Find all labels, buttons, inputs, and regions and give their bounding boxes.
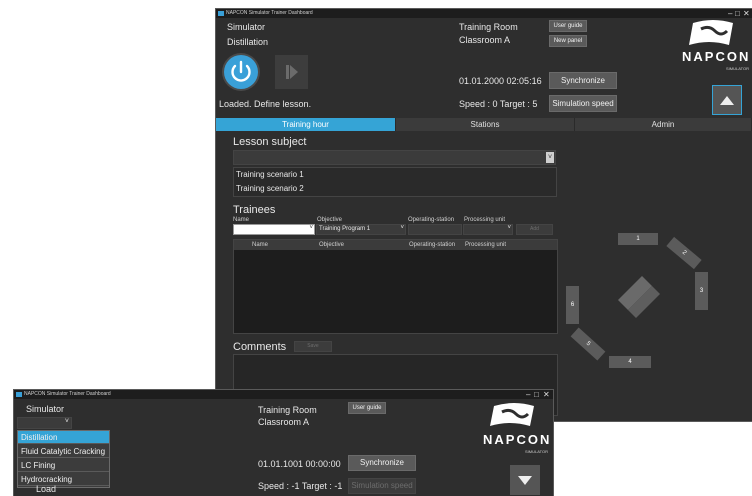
status-text: Loaded. Define lesson. bbox=[219, 99, 312, 109]
minimize-button[interactable]: – bbox=[526, 390, 530, 399]
scenario-list: Training scenario 1 Training scenario 2 bbox=[233, 167, 557, 197]
simulation-speed-button[interactable]: Simulation speed bbox=[549, 95, 617, 112]
dropdown-option-distillation[interactable]: Distillation bbox=[18, 431, 109, 444]
window-title: NAPCON Simulator Trainer Dashboard bbox=[24, 391, 111, 397]
objective-value: Training Program 1 bbox=[319, 226, 371, 232]
main-titlebar: NAPCON Simulator Trainer Dashboard bbox=[216, 9, 752, 18]
processing-unit-select[interactable]: ˅ bbox=[463, 224, 513, 235]
maximize-button[interactable]: □ bbox=[534, 390, 539, 399]
chevron-down-icon: ˅ bbox=[309, 225, 313, 231]
simulator-select[interactable]: ˅ bbox=[17, 417, 72, 429]
list-item[interactable]: Training scenario 1 bbox=[236, 170, 304, 179]
datetime-display: 01.01.1001 00:00:00 bbox=[258, 459, 341, 469]
station-4[interactable]: 4 bbox=[609, 356, 651, 368]
simulator-value: Distillation bbox=[227, 37, 269, 47]
logo-brand: NAPCON bbox=[682, 49, 751, 64]
trainee-table: Name Objective Operating-station Process… bbox=[233, 239, 558, 334]
scroll-up-button[interactable] bbox=[712, 85, 742, 115]
operating-station-select[interactable] bbox=[408, 224, 462, 235]
name-input[interactable]: ˅ bbox=[233, 224, 315, 235]
speed-display: Speed : -1 Target : -1 bbox=[258, 481, 343, 491]
simulator-label: Simulator bbox=[227, 22, 266, 32]
station-1[interactable]: 1 bbox=[618, 233, 658, 245]
column-header-operating-station: Operating-station bbox=[409, 242, 456, 248]
load-label: Load bbox=[36, 484, 57, 494]
trainees-heading: Trainees bbox=[233, 204, 276, 216]
user-guide-button[interactable]: User guide bbox=[348, 402, 386, 414]
scroll-down-button[interactable] bbox=[510, 465, 540, 495]
minimize-button[interactable]: – bbox=[728, 9, 732, 18]
column-header-name: Name bbox=[252, 242, 269, 248]
datetime-display: 01.01.2000 02:05:16 bbox=[459, 76, 542, 86]
play-button[interactable] bbox=[275, 55, 308, 89]
logo-subtitle: SIMULATOR bbox=[726, 66, 749, 71]
classroom-label: Classroom A bbox=[258, 417, 310, 427]
user-guide-button[interactable]: User guide bbox=[549, 20, 587, 32]
close-button[interactable]: ✕ bbox=[543, 390, 550, 399]
maximize-button[interactable]: □ bbox=[735, 9, 740, 18]
simulator-label: Simulator bbox=[26, 404, 65, 414]
column-header-objective: Objective bbox=[319, 242, 345, 248]
logo-subtitle: SIMULATOR bbox=[525, 449, 548, 454]
comments-heading: Comments bbox=[233, 341, 287, 353]
second-window: NAPCON Simulator Trainer Dashboard – □ ✕… bbox=[13, 389, 554, 496]
dropdown-option-lc-fining[interactable]: LC Fining bbox=[18, 459, 109, 472]
new-panel-button[interactable]: New panel bbox=[549, 35, 587, 47]
chevron-down-icon: ˅ bbox=[64, 418, 69, 425]
simulator-dropdown-list: Distillation Fluid Catalytic Cracking LC… bbox=[17, 430, 110, 488]
app-icon bbox=[218, 11, 224, 16]
dropdown-option-fluid-catalytic-cracking[interactable]: Fluid Catalytic Cracking bbox=[18, 445, 109, 458]
app-icon bbox=[16, 392, 22, 397]
power-button[interactable] bbox=[222, 53, 260, 91]
column-header-processing-unit: Processing unit bbox=[465, 242, 507, 248]
training-room-label: Training Room bbox=[459, 22, 518, 32]
chevron-down-icon: ˅ bbox=[400, 225, 404, 231]
chevron-down-icon: ˅ bbox=[546, 152, 554, 163]
napcon-logo bbox=[490, 403, 534, 426]
tab-stations[interactable]: Stations bbox=[396, 118, 575, 131]
second-titlebar: NAPCON Simulator Trainer Dashboard bbox=[14, 390, 553, 399]
arrow-up-icon bbox=[720, 96, 734, 105]
station-6[interactable]: 6 bbox=[566, 286, 579, 324]
list-item[interactable]: Training scenario 2 bbox=[236, 184, 304, 193]
add-trainee-button[interactable]: Add bbox=[516, 224, 553, 235]
operating-station-label: Operating-station bbox=[408, 217, 455, 223]
close-button[interactable]: ✕ bbox=[743, 9, 750, 18]
arrow-down-icon bbox=[518, 476, 532, 485]
objective-select[interactable]: Training Program 1 ˅ bbox=[316, 224, 406, 235]
logo-brand: NAPCON bbox=[483, 432, 552, 447]
lesson-subject-heading: Lesson subject bbox=[233, 136, 307, 148]
power-icon bbox=[224, 55, 258, 89]
window-title: NAPCON Simulator Trainer Dashboard bbox=[226, 10, 313, 16]
center-table bbox=[618, 276, 660, 318]
objective-label: Objective bbox=[317, 217, 343, 223]
processing-unit-label: Processing unit bbox=[464, 217, 506, 223]
training-room-label: Training Room bbox=[258, 405, 317, 415]
lesson-subject-dropdown[interactable]: ˅ bbox=[233, 150, 556, 165]
tab-admin[interactable]: Admin bbox=[575, 118, 752, 131]
dropdown-option-hydrocracking[interactable]: Hydrocracking bbox=[18, 473, 109, 486]
tab-training-hour[interactable]: Training hour bbox=[216, 118, 396, 131]
simulation-speed-button[interactable]: Simulation speed bbox=[348, 478, 416, 494]
speed-display: Speed : 0 Target : 5 bbox=[459, 99, 538, 109]
synchronize-button[interactable]: Synchronize bbox=[348, 455, 416, 471]
synchronize-button[interactable]: Synchronize bbox=[549, 72, 617, 89]
name-label: Name bbox=[233, 217, 250, 223]
napcon-logo bbox=[689, 20, 733, 45]
save-button[interactable]: Save bbox=[294, 341, 332, 352]
chevron-down-icon: ˅ bbox=[507, 225, 511, 231]
classroom-label: Classroom A bbox=[459, 35, 511, 45]
station-3[interactable]: 3 bbox=[695, 272, 708, 310]
play-icon bbox=[286, 65, 298, 79]
table-header bbox=[234, 240, 557, 250]
